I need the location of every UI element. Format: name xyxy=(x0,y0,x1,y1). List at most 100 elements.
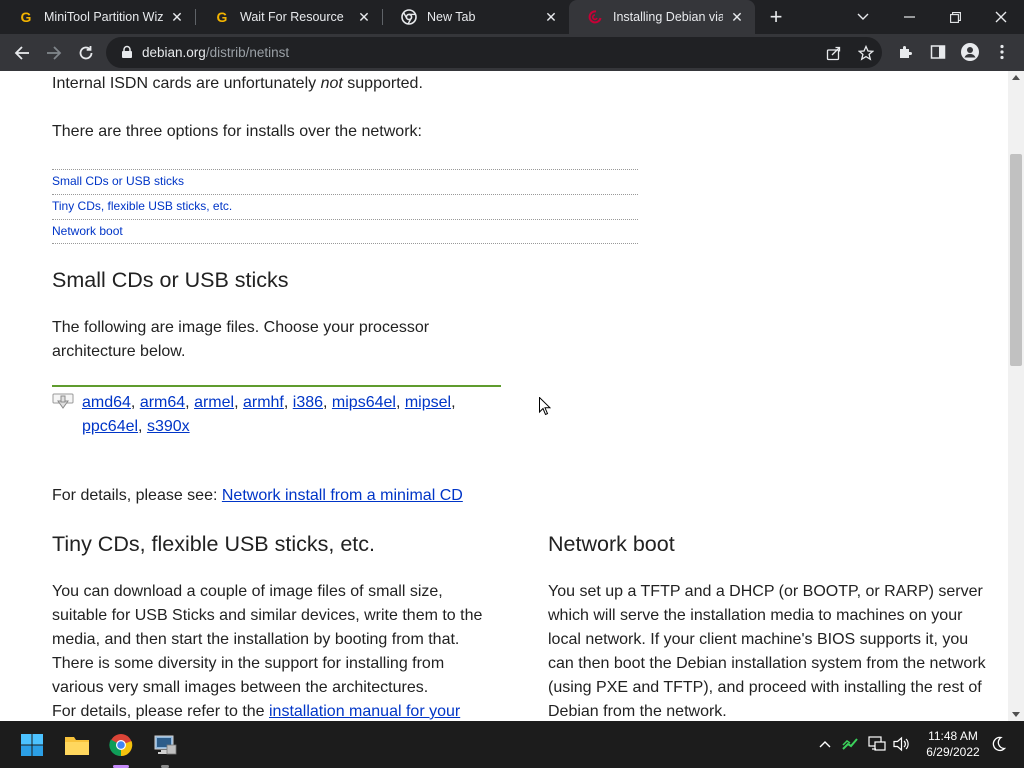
small-intro-line: architecture below. xyxy=(52,343,186,360)
arch-link-armel[interactable]: armel xyxy=(194,394,234,411)
tab-installing-debian[interactable]: Installing Debian via th ✕ xyxy=(569,0,755,34)
tab-title: MiniTool Partition Wiza xyxy=(44,10,163,24)
address-bar[interactable]: debian.org/distrib/netinst xyxy=(106,37,882,68)
browser-toolbar: debian.org/distrib/netinst xyxy=(0,34,1024,71)
share-icon[interactable] xyxy=(825,44,843,62)
installation-manual-link[interactable]: installation manual for your xyxy=(269,703,460,720)
minimize-button[interactable] xyxy=(886,0,932,34)
clock-time: 11:48 AM xyxy=(928,729,978,743)
g-favicon-icon: G xyxy=(216,9,228,25)
netboot-text-line: which will serve the installation media … xyxy=(548,607,963,624)
show-hidden-icons-chevron-icon[interactable] xyxy=(816,735,834,753)
debian-favicon-icon xyxy=(587,9,603,25)
arch-link-amd64[interactable]: amd64 xyxy=(82,394,131,411)
nvidia-tray-icon[interactable] xyxy=(841,735,859,753)
close-tab-icon[interactable]: ✕ xyxy=(729,9,745,25)
mouse-cursor-icon xyxy=(539,396,552,421)
close-tab-icon[interactable]: ✕ xyxy=(356,9,372,25)
g-favicon-icon: G xyxy=(20,9,32,25)
minimal-cd-link[interactable]: Network install from a minimal CD xyxy=(222,487,463,504)
arch-link-i386[interactable]: i386 xyxy=(293,394,323,411)
tiny-text-line: various very small images between the ar… xyxy=(52,679,429,696)
tab-title: Wait For Resource xyxy=(240,10,344,24)
forward-button[interactable] xyxy=(40,39,68,67)
download-icon xyxy=(52,393,74,413)
windows-taskbar: 11:48 AM 6/29/2022 xyxy=(0,721,1024,768)
tab-strip: G MiniTool Partition Wiza ✕ G Wait For R… xyxy=(0,0,1024,34)
arch-link-arm64[interactable]: arm64 xyxy=(140,394,185,411)
url-text: debian.org/distrib/netinst xyxy=(142,45,289,60)
netboot-text-line: You set up a TFTP and a DHCP (or BOOTP, … xyxy=(548,583,983,600)
netboot-text-line: (using PXE and TFTP), and proceed with i… xyxy=(548,679,982,696)
reload-button[interactable] xyxy=(72,39,100,67)
profile-avatar-icon[interactable] xyxy=(960,42,980,62)
network-icon[interactable] xyxy=(868,735,886,753)
isdn-emphasis: not xyxy=(320,75,343,92)
scroll-up-arrow-icon[interactable] xyxy=(1012,75,1020,80)
arch-link-s390x[interactable]: s390x xyxy=(147,418,190,435)
tiny-text-line: You can download a couple of image files… xyxy=(52,583,443,600)
options-toc: Small CDs or USB sticks Tiny CDs, flexib… xyxy=(52,169,638,244)
scroll-thumb[interactable] xyxy=(1010,154,1022,366)
chrome-favicon-icon xyxy=(401,9,417,25)
tiny-details-line: For details, please refer to the install… xyxy=(52,700,460,721)
small-cds-heading: Small CDs or USB sticks xyxy=(52,268,289,292)
netboot-text-line: Debian from the network. xyxy=(548,703,727,720)
tiny-text-line: media, and then start the installation b… xyxy=(52,631,460,648)
scroll-down-arrow-icon[interactable] xyxy=(1012,712,1020,717)
file-explorer-button[interactable] xyxy=(60,728,94,762)
tab-search-chevron-icon[interactable] xyxy=(840,0,886,34)
windows-logo-icon xyxy=(21,734,43,756)
toc-link-small-cds[interactable]: Small CDs or USB sticks xyxy=(52,174,184,188)
folder-icon xyxy=(65,737,89,755)
volume-icon[interactable] xyxy=(893,735,911,753)
options-intro: There are three options for installs ove… xyxy=(52,123,422,140)
tiny-details-prefix: For details, please refer to the xyxy=(52,703,269,720)
arch-link-mipsel[interactable]: mipsel xyxy=(405,394,451,411)
isdn-text-end: supported. xyxy=(342,75,423,92)
toc-link-network-boot[interactable]: Network boot xyxy=(52,224,123,238)
small-intro-line: The following are image files. Choose yo… xyxy=(52,319,430,336)
extensions-puzzle-icon[interactable] xyxy=(896,42,916,62)
details-prefix: For details, please see: xyxy=(52,487,222,504)
start-button[interactable] xyxy=(15,728,49,762)
tab-wait-for-resource[interactable]: G Wait For Resource ✕ xyxy=(196,0,382,34)
tiny-cds-heading: Tiny CDs, flexible USB sticks, etc. xyxy=(52,532,375,556)
toc-item[interactable]: Small CDs or USB sticks xyxy=(52,169,638,194)
close-window-button[interactable] xyxy=(978,0,1024,34)
bookmark-star-icon[interactable] xyxy=(857,44,875,62)
arch-link-ppc64el[interactable]: ppc64el xyxy=(82,418,138,435)
restore-button[interactable] xyxy=(932,0,978,34)
network-boot-heading: Network boot xyxy=(548,532,675,556)
side-panel-icon[interactable] xyxy=(928,42,948,62)
remote-desktop-taskbar-button[interactable] xyxy=(148,728,182,762)
page-content: Internal ISDN cards are unfortunately no… xyxy=(0,71,1008,721)
close-tab-icon[interactable]: ✕ xyxy=(169,9,185,25)
close-tab-icon[interactable]: ✕ xyxy=(543,9,559,25)
toc-item[interactable]: Tiny CDs, flexible USB sticks, etc. xyxy=(52,194,638,219)
details-line: For details, please see: Network install… xyxy=(52,484,463,508)
computer-icon xyxy=(154,735,177,755)
tab-minitool[interactable]: G MiniTool Partition Wiza ✕ xyxy=(0,0,195,34)
netboot-text-line: local network. If your client machine's … xyxy=(548,631,969,648)
chrome-menu-icon[interactable] xyxy=(992,42,1012,62)
back-button[interactable] xyxy=(8,39,36,67)
isdn-text: Internal ISDN cards are unfortunately xyxy=(52,75,321,92)
system-clock[interactable]: 11:48 AM 6/29/2022 xyxy=(918,728,988,760)
tab-title: New Tab xyxy=(427,10,476,24)
arch-link-armhf[interactable]: armhf xyxy=(243,394,284,411)
new-tab-button[interactable]: + xyxy=(764,4,788,29)
lock-icon[interactable] xyxy=(120,45,134,59)
notification-moon-icon[interactable] xyxy=(989,735,1007,753)
toc-link-tiny-cds[interactable]: Tiny CDs, flexible USB sticks, etc. xyxy=(52,199,232,213)
chrome-taskbar-button[interactable] xyxy=(104,728,138,762)
architecture-links: amd64, arm64, armel, armhf, i386, mips64… xyxy=(82,394,456,435)
arch-link-mips64el[interactable]: mips64el xyxy=(332,394,396,411)
architecture-list: amd64, arm64, armel, armhf, i386, mips64… xyxy=(52,385,501,445)
toc-item[interactable]: Network boot xyxy=(52,219,638,244)
vertical-scrollbar[interactable] xyxy=(1008,71,1024,721)
tiny-text-line: There is some diversity in the support f… xyxy=(52,655,445,672)
netboot-text-line: can then boot the Debian installation sy… xyxy=(548,655,986,672)
tab-new-tab[interactable]: New Tab ✕ xyxy=(383,0,569,34)
tiny-text-line: suitable for USB Sticks and similar devi… xyxy=(52,607,483,624)
